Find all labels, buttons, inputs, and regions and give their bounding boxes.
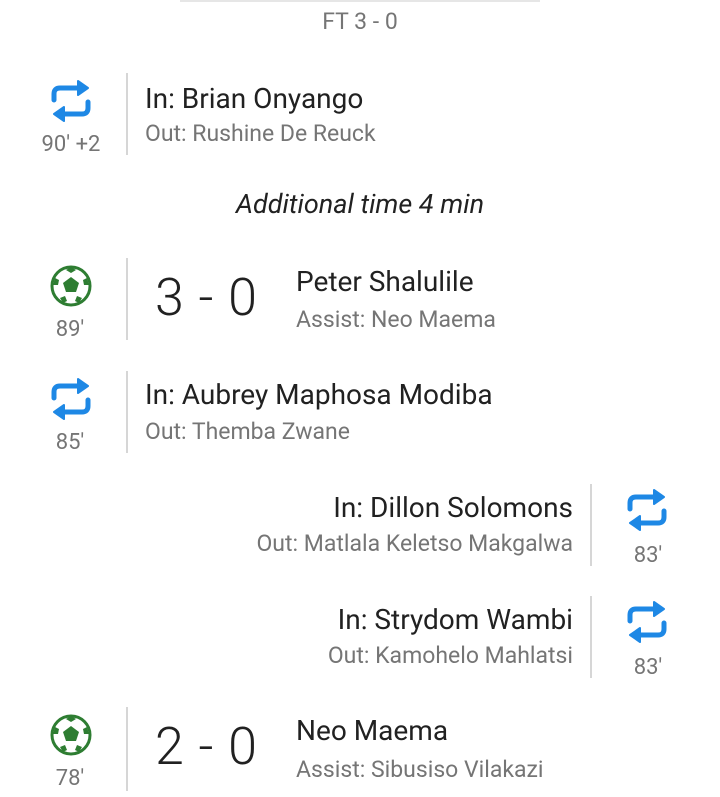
substitution-icon xyxy=(624,599,670,645)
player-in: In: Brian Onyango xyxy=(145,82,364,115)
player-in: In: Strydom Wambi xyxy=(337,603,573,636)
event-divider xyxy=(126,73,128,155)
event-minute: 90' +2 xyxy=(41,132,101,157)
substitution-icon xyxy=(48,78,94,124)
event-divider xyxy=(590,484,592,566)
event-minute: 83' xyxy=(633,543,663,568)
event-divider xyxy=(126,258,128,340)
event-minute: 85' xyxy=(55,430,85,455)
player-out: Out: Rushine De Reuck xyxy=(145,120,376,147)
player-in: In: Aubrey Maphosa Modiba xyxy=(145,378,493,411)
event-minute: 78' xyxy=(55,766,85,791)
event-divider xyxy=(126,707,128,791)
goal-assist: Assist: Neo Maema xyxy=(296,306,496,333)
goal-assist: Assist: Sibusiso Vilakazi xyxy=(296,756,544,783)
goal-scorer: Peter Shalulile xyxy=(296,265,474,298)
event-substitution[interactable]: 85' In: Aubrey Maphosa Modiba Out: Themb… xyxy=(0,368,720,458)
event-goal[interactable]: 78' 2 - 0 Neo Maema Assist: Sibusiso Vil… xyxy=(0,704,720,797)
soccer-ball-icon xyxy=(50,714,92,756)
substitution-icon xyxy=(624,487,670,533)
event-minute: 83' xyxy=(633,655,663,680)
event-substitution[interactable]: In: Strydom Wambi Out: Kamohelo Mahlatsi… xyxy=(0,593,720,683)
soccer-ball-icon xyxy=(50,265,92,307)
event-divider xyxy=(126,371,128,453)
event-divider xyxy=(590,596,592,678)
top-divider xyxy=(180,0,540,2)
event-substitution[interactable]: 90' +2 In: Brian Onyango Out: Rushine De… xyxy=(0,70,720,160)
player-in: In: Dillon Solomons xyxy=(333,491,573,524)
full-time-score: FT 3 - 0 xyxy=(322,8,398,35)
event-substitution[interactable]: In: Dillon Solomons Out: Matlala Keletso… xyxy=(0,481,720,571)
additional-time: Additional time 4 min xyxy=(235,188,485,220)
player-out: Out: Matlala Keletso Makgalwa xyxy=(256,530,573,557)
substitution-icon xyxy=(48,376,94,422)
event-goal[interactable]: 89' 3 - 0 Peter Shalulile Assist: Neo Ma… xyxy=(0,255,720,345)
goal-score: 2 - 0 xyxy=(155,716,258,777)
player-out: Out: Themba Zwane xyxy=(145,418,350,445)
event-minute: 89' xyxy=(55,317,85,342)
goal-score: 3 - 0 xyxy=(155,267,258,328)
player-out: Out: Kamohelo Mahlatsi xyxy=(327,642,573,669)
goal-scorer: Neo Maema xyxy=(296,714,449,747)
